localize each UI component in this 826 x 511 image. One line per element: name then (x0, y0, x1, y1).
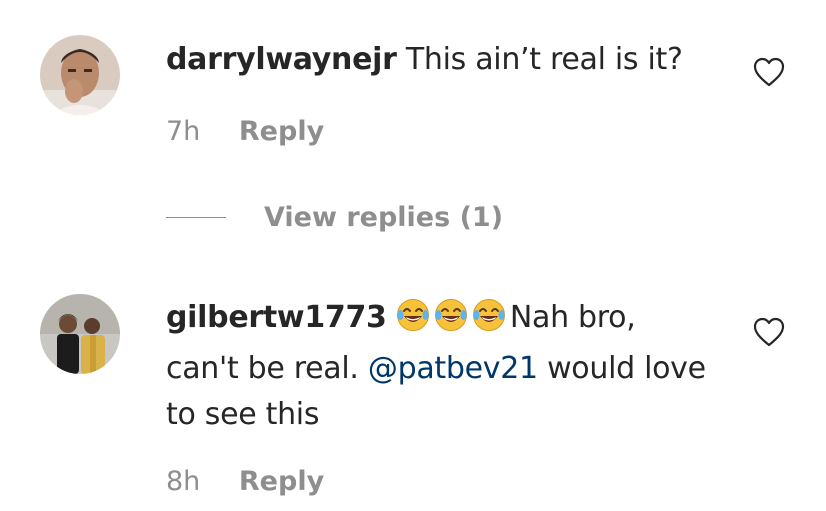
face-with-tears-of-joy-icon (434, 298, 468, 346)
comment-body: darrylwaynejr This ain’t real is it? (166, 37, 706, 83)
comment-timestamp: 7h (166, 116, 201, 147)
view-replies-divider (166, 216, 226, 218)
comment-body: gilbertw1773 Nah bro, can't be real. @pa… (166, 295, 706, 438)
comment-meta: 7h Reply (166, 116, 324, 147)
comment-username[interactable]: darrylwaynejr (166, 42, 397, 77)
comment-text: This ain’t real is it? (405, 42, 683, 77)
heart-outline-icon[interactable] (753, 57, 785, 87)
avatar[interactable] (40, 294, 120, 374)
comment-meta: 8h Reply (166, 466, 324, 497)
mention-link[interactable]: @patbev21 (368, 351, 538, 386)
reply-button[interactable]: Reply (239, 116, 324, 147)
view-replies[interactable]: View replies (1) (166, 197, 503, 237)
comment-timestamp: 8h (166, 466, 201, 497)
heart-outline-icon[interactable] (753, 317, 785, 347)
avatar[interactable] (40, 35, 120, 115)
comment-username[interactable]: gilbertw1773 (166, 300, 387, 335)
face-with-tears-of-joy-icon (472, 298, 506, 346)
face-with-tears-of-joy-icon (396, 298, 430, 346)
view-replies-label[interactable]: View replies (1) (264, 202, 503, 233)
reply-button[interactable]: Reply (239, 466, 324, 497)
